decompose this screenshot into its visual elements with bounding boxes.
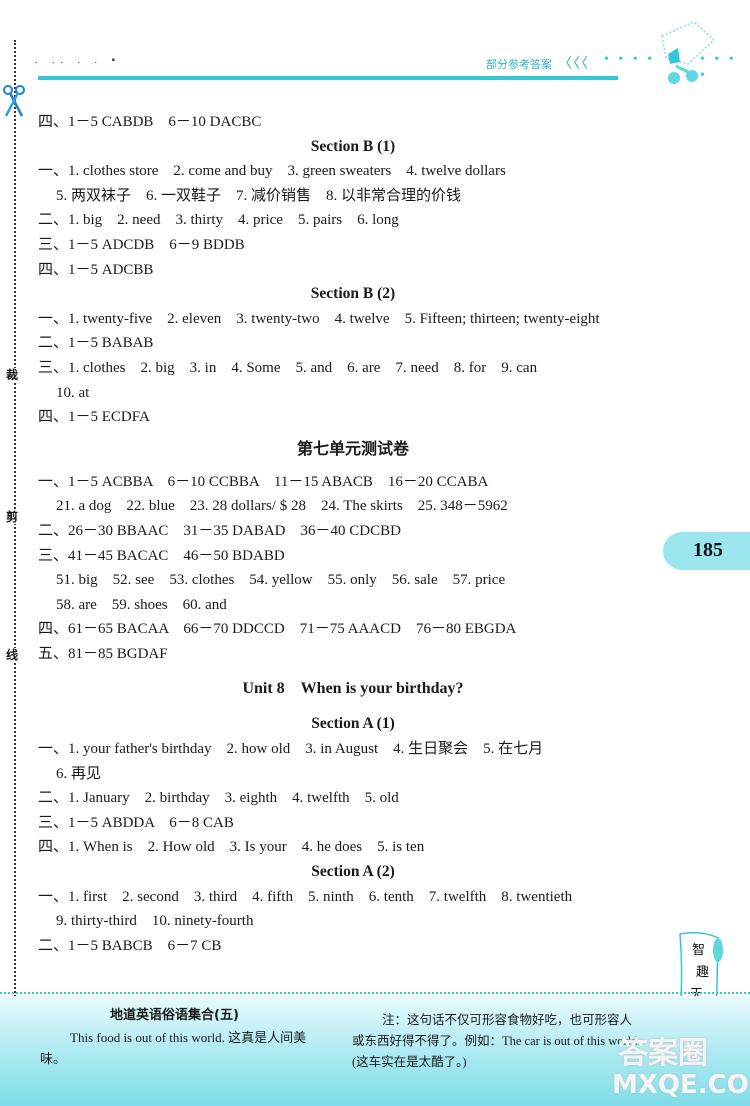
- answer-line: 二、1－5 BABAB: [38, 335, 154, 352]
- answer-line: 二、26－30 BBAAC 31－35 DABAD 36－40 CDCBD: [38, 522, 401, 539]
- answer-line: 五、81－85 BGDAF: [38, 645, 168, 662]
- page-number: 185: [693, 539, 723, 561]
- section-heading: Section A (2): [311, 863, 395, 881]
- footer-right-text: 注：这句话不仅可形容食物好吃，也可形容人或东西好得不得了。例如：The car …: [352, 1013, 641, 1069]
- mascot-icon: [661, 21, 716, 84]
- answer-line: 一、1. clothes store 2. come and buy 3. gr…: [38, 163, 506, 180]
- footer-title: 地道英语俗语集合(五): [110, 1008, 239, 1023]
- answer-line: 一、1－5 ACBBA 6－10 CCBBA 11－15 ABACB 16－20…: [38, 473, 489, 490]
- cut-label-jian: 剪: [6, 510, 19, 524]
- answer-line: 四、1. When is 2. How old 3. Is your 4. he…: [38, 839, 425, 856]
- cut-label-cai: 裁: [6, 368, 19, 382]
- section-heading: Section A (1): [311, 715, 395, 733]
- answer-line: 四、1－5 ECDFA: [38, 409, 150, 426]
- answer-line: 6. 再见: [56, 765, 102, 782]
- cut-label-xian: 线: [6, 648, 19, 662]
- unit-test-heading: 第七单元测试卷: [296, 440, 409, 458]
- answer-line: 一、1. first 2. second 3. third 4. fifth 5…: [38, 888, 573, 905]
- section-heading: Section B (2): [310, 285, 396, 303]
- header-arrows-icon: 〈〈〈: [558, 57, 589, 72]
- answer-line: 三、1－5 ADCDB 6－9 BDDB: [38, 236, 245, 253]
- watermark-en: MXQE.COM: [612, 1070, 750, 1100]
- header-section-label: 部分参考答案: [486, 58, 552, 71]
- watermark-cn: 答案圈: [618, 1036, 708, 1071]
- header-rule: [38, 76, 618, 80]
- footer-left-text: This food is out of this world. 这真是人间美味。: [40, 1030, 307, 1066]
- scroll-char-2: 趣: [696, 964, 709, 979]
- answer-line: 一、1. your father's birthday 2. how old 3…: [38, 741, 544, 758]
- answer-line: 三、1－5 ABDDA 6－8 CAB: [38, 814, 234, 831]
- cut-line: [14, 40, 16, 1040]
- answer-line: 二、1. January 2. birthday 3. eighth 4. tw…: [38, 790, 399, 807]
- header-dots: . .. . . ▪: [35, 55, 122, 66]
- answer-line: 51. big 52. see 53. clothes 54. yellow 5…: [56, 572, 506, 589]
- answer-line: 10. at: [56, 384, 90, 401]
- answer-line: 一、1. twenty-five 2. eleven 3. twenty-two…: [38, 310, 600, 327]
- scroll-char-1: 智: [692, 942, 705, 957]
- answer-content: 四、1－5 CABDB 6－10 DACBC Section B (1) 一、1. …: [38, 110, 648, 958]
- answer-line: 9. thirty-third 10. ninety-fourth: [56, 913, 254, 930]
- answer-line: 三、1. clothes 2. big 3. in 4. Some 5. and…: [38, 359, 538, 376]
- footer-divider: [0, 992, 750, 994]
- answer-line: 三、41－45 BACAC 46－50 BDABD: [38, 547, 285, 564]
- answer-line: 58. are 59. shoes 60. and: [56, 596, 227, 613]
- answer-line: 四、1－5 ADCBB: [38, 261, 154, 278]
- answer-line: 5. 两双袜子 6. 一双鞋子 7. 减价销售 8. 以非常合理的价钱: [56, 187, 462, 204]
- unit-heading: Unit 8 When is your birthday?: [242, 680, 464, 698]
- answer-line: 21. a dog 22. blue 23. 28 dollars/ $ 28 …: [56, 498, 508, 515]
- answer-line: 二、1－5 BABCB 6－7 CB: [38, 937, 222, 954]
- section-heading: Section B (1): [310, 137, 396, 155]
- answer-line: 四、1－5 CABDB 6－10 DACBC: [38, 114, 262, 130]
- answer-line: 二、1. big 2. need 3. thirty 4. price 5. p…: [38, 212, 399, 229]
- scissors-icon: [3, 85, 25, 117]
- answer-line: 四、61－65 BACAA 66－70 DDCCD 71－75 AAACD 76…: [38, 621, 517, 638]
